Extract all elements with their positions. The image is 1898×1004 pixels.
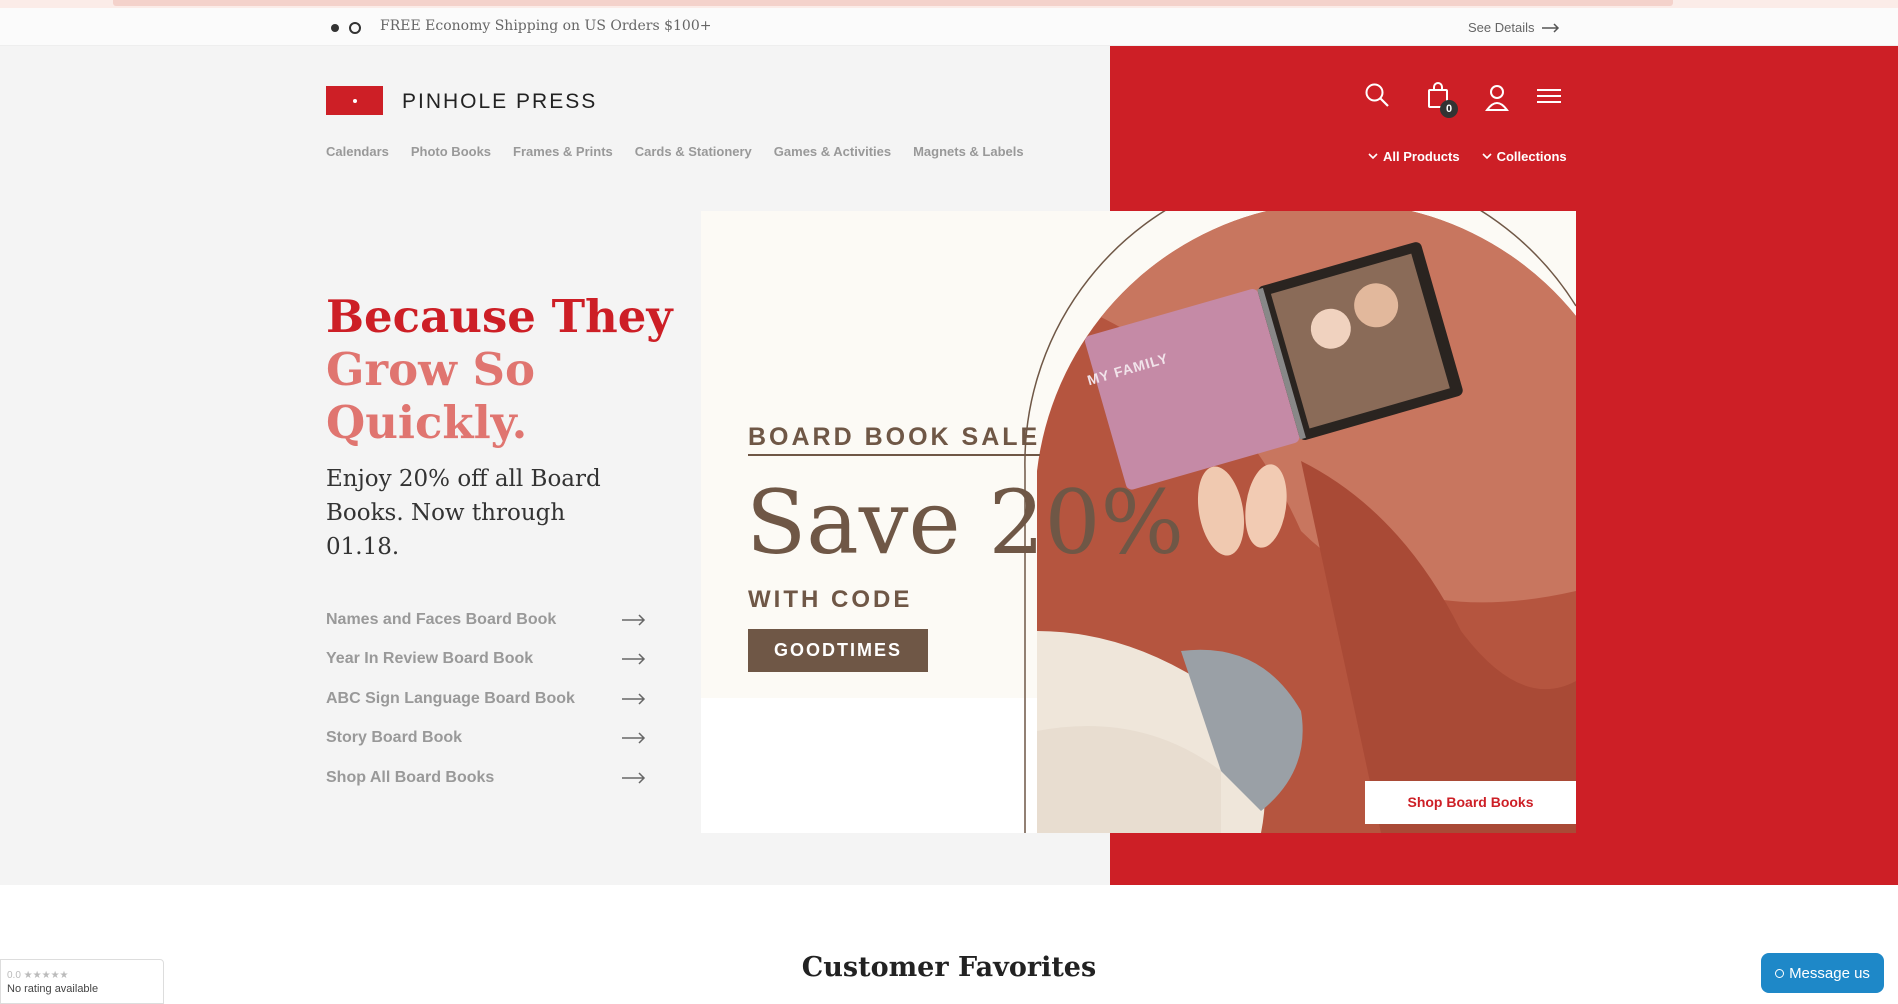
promo-with-code: WITH CODE [748, 586, 913, 613]
board-book-links: Names and Faces Board Book Year In Revie… [326, 600, 646, 798]
promo-headline: Save 20% [746, 471, 1185, 574]
link-label: ABC Sign Language Board Book [326, 689, 575, 707]
headline-line-1: Because They [326, 290, 673, 343]
all-products-dropdown[interactable]: All Products [1368, 149, 1460, 164]
top-strip [0, 0, 1898, 8]
shop-board-books-button[interactable]: Shop Board Books [1365, 781, 1576, 824]
arrow-right-icon [622, 732, 646, 744]
see-details-link[interactable]: See Details [1468, 20, 1560, 35]
account-icon[interactable] [1485, 84, 1509, 112]
link-label: Story Board Book [326, 729, 463, 747]
arrow-right-icon [622, 772, 646, 784]
all-products-label: All Products [1383, 149, 1460, 164]
announcement-text: FREE Economy Shipping on US Orders $100+ [380, 18, 712, 34]
see-details-label: See Details [1468, 20, 1535, 35]
header-dropdowns: All Products Collections [1368, 149, 1567, 164]
link-story-board-book[interactable]: Story Board Book [326, 719, 646, 759]
nav-item-photo-books[interactable]: Photo Books [411, 144, 491, 159]
hero-subcopy: Enjoy 20% off all Board Books. Now throu… [326, 466, 601, 560]
rating-text: No rating available [7, 983, 99, 995]
link-names-faces-board-book[interactable]: Names and Faces Board Book [326, 600, 646, 640]
arrow-right-icon [1542, 22, 1560, 33]
headline-line-3: Quickly. [326, 396, 528, 449]
logo-icon[interactable] [326, 86, 383, 115]
rating-widget[interactable]: 0.0 ★★★★★ No rating available [0, 959, 164, 1004]
message-us-button[interactable]: Message us [1761, 953, 1884, 993]
announcement-bar: FREE Economy Shipping on US Orders $100+… [0, 8, 1898, 46]
menu-icon[interactable] [1536, 88, 1562, 104]
message-us-label: Message us [1789, 964, 1870, 982]
headline-line-2: Grow So [326, 343, 536, 396]
collections-label: Collections [1496, 149, 1567, 164]
rating-stars: 0.0 ★★★★★ [7, 970, 69, 981]
link-year-in-review-board-book[interactable]: Year In Review Board Book [326, 640, 646, 680]
nav-item-calendars[interactable]: Calendars [326, 144, 389, 159]
main-nav: Calendars Photo Books Frames & Prints Ca… [326, 144, 1024, 159]
link-label: Year In Review Board Book [326, 650, 534, 668]
nav-item-magnets-labels[interactable]: Magnets & Labels [913, 144, 1024, 159]
link-label: Names and Faces Board Book [326, 610, 557, 628]
carousel-dot-2[interactable] [349, 22, 361, 34]
promo-eyebrow: BOARD BOOK SALE [748, 423, 1041, 456]
customer-favorites-title: Customer Favorites [801, 952, 1097, 983]
carousel-dot-1[interactable] [331, 24, 339, 32]
arrow-right-icon [622, 614, 646, 626]
cart-count-badge: 0 [1440, 100, 1458, 118]
carousel-dots[interactable] [331, 22, 361, 34]
arrow-right-icon [622, 693, 646, 705]
arrow-right-icon [622, 653, 646, 665]
link-abc-sign-language-board-book[interactable]: ABC Sign Language Board Book [326, 679, 646, 719]
nav-item-games-activities[interactable]: Games & Activities [774, 144, 891, 159]
hero-headline: Because They Grow So Quickly. [326, 290, 673, 449]
link-shop-all-board-books[interactable]: Shop All Board Books [326, 758, 646, 798]
search-icon[interactable] [1364, 82, 1390, 108]
collections-dropdown[interactable]: Collections [1482, 149, 1567, 164]
nav-item-cards-stationery[interactable]: Cards & Stationery [635, 144, 752, 159]
utility-icons: 0 [1360, 82, 1580, 122]
chevron-down-icon [1482, 153, 1492, 160]
chevron-down-icon [1368, 153, 1378, 160]
promo-code-badge: GOODTIMES [748, 629, 928, 672]
chat-icon [1775, 968, 1785, 978]
logo-text[interactable]: PINHOLE PRESS [402, 90, 597, 114]
nav-item-frames-prints[interactable]: Frames & Prints [513, 144, 613, 159]
link-label: Shop All Board Books [326, 768, 495, 786]
